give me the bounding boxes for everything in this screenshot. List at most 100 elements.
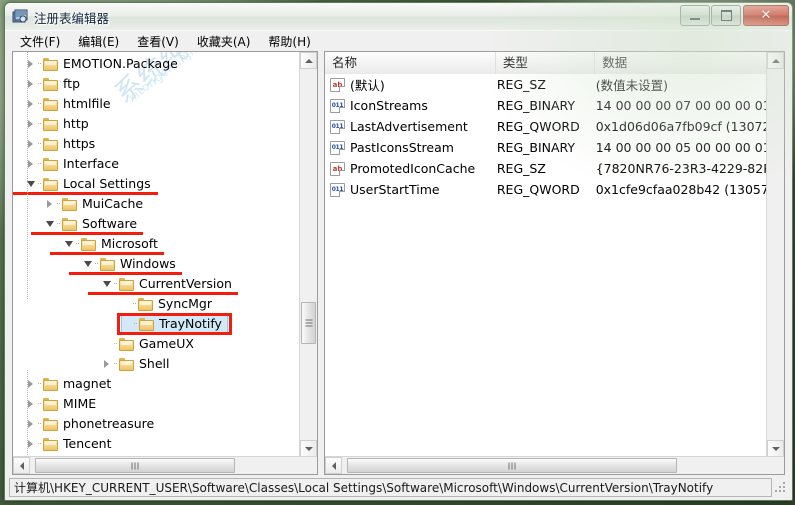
collapse-arrow-icon[interactable] [102,274,113,294]
tree-hscroll-thumb[interactable] [35,458,235,473]
menu-bar: 文件(F) 编辑(E) 查看(V) 收藏夹(A) 帮助(H) [5,31,792,52]
tree-item[interactable]: Tencent [13,434,300,454]
registry-tree[interactable]: 系统纯净 xitongchunjing.com EMOTION.Package f… [13,52,300,457]
close-button[interactable]: ✕ [743,5,789,26]
menu-edit[interactable]: 编辑(E) [69,31,128,52]
tree-item-content[interactable]: Tencent [26,434,118,454]
tree-item-content[interactable]: CurrentVersion [102,274,238,294]
tree-item[interactable]: Microsoft [13,234,300,254]
tree-item-content[interactable]: https [26,134,101,154]
red-underline-annotation [88,292,238,295]
values-scroll-up-button[interactable] [767,52,784,69]
tree-item[interactable]: Software [13,214,300,234]
values-vertical-scrollbar[interactable] [766,52,784,457]
tree-item[interactable]: EMOTION.Package [13,54,300,74]
values-hscroll-thumb[interactable] [347,458,677,473]
tree-item-label: phonetreasure [63,416,155,431]
tree-item-content[interactable]: Local Settings [26,174,157,194]
values-scroll-left-button[interactable] [325,457,342,474]
tree-item-label: Interface [63,156,119,171]
table-row[interactable]: ab (默认) REG_SZ (数值未设置) [325,74,784,95]
values-horizontal-scrollbar[interactable] [325,456,784,474]
folder-icon [43,137,59,151]
table-row[interactable]: 011 LastAdvertisement REG_QWORD 0x1d06d06a7… [325,116,784,137]
resize-grip-icon[interactable] [774,481,788,495]
chevron-left-icon [19,461,24,470]
tree-item[interactable]: magnet [13,374,300,394]
tree-item[interactable]: MuiCache [13,194,300,214]
tree-guide-line [27,52,28,300]
tree-item[interactable]: Windows [13,254,300,274]
values-list[interactable]: ab (默认) REG_SZ (数值未设置) 011 IconStreams REG_BIN… [325,74,784,457]
table-row[interactable]: 011 PastIconsStream REG_BINARY 14 00 00 00 … [325,137,784,158]
folder-icon [43,177,59,191]
collapse-arrow-icon[interactable] [45,214,56,234]
tree-item[interactable]: GameUX [13,334,300,354]
binary-value-icon: 011 [330,98,345,113]
tree-item[interactable]: Shell [13,354,300,374]
collapse-arrow-icon[interactable] [64,234,75,254]
tree-item-label: GameUX [139,336,194,351]
table-row[interactable]: 011 UserStartTime REG_QWORD 0x1cfe9cfaa028b… [325,179,784,200]
tree-item-content[interactable]: MuiCache [45,194,149,214]
tree-item-content[interactable]: GameUX [102,334,200,354]
menu-favorites[interactable]: 收藏夹(A) [188,31,260,52]
collapse-arrow-icon[interactable] [83,254,94,274]
tree-scroll-up-button[interactable] [300,52,317,69]
menu-file[interactable]: 文件(F) [11,31,69,52]
tree-item-content[interactable]: Software [45,214,143,234]
minimize-button[interactable] [680,5,710,26]
tree-item[interactable]: http [13,114,300,134]
tree-scroll-left-button[interactable] [13,457,30,474]
menu-help[interactable]: 帮助(H) [259,31,319,52]
column-header-type[interactable]: 类型 [496,52,596,74]
tree-item-content[interactable]: EMOTION.Package [26,54,184,74]
tree-item-content[interactable]: htmlfile [26,94,117,114]
tree-item-content[interactable]: MIME [26,394,102,414]
binary-value-icon: 011 [330,119,345,134]
tree-scroll-thumb[interactable] [301,302,316,344]
tree-horizontal-scrollbar[interactable] [13,456,317,474]
tree-item-content[interactable]: ftp [26,74,86,94]
folder-icon [43,97,59,111]
tree-vertical-scrollbar[interactable] [299,52,317,457]
tree-item[interactable]: SyncMgr [13,294,300,314]
tree-item[interactable]: CurrentVersion [13,274,300,294]
tree-item-content[interactable]: http [26,114,95,134]
tree-item[interactable]: ftp [13,74,300,94]
tree-item[interactable]: Interface [13,154,300,174]
maximize-button[interactable] [711,5,741,26]
tree-scroll-down-button[interactable] [300,440,317,457]
values-scroll-down-button[interactable] [767,440,784,457]
menu-view[interactable]: 查看(V) [128,31,188,52]
tree-item-content[interactable]: SyncMgr [121,294,218,314]
table-row[interactable]: ab PromotedIconCache REG_SZ {7820NR76-23R3-… [325,158,784,179]
column-header-name[interactable]: 名称 [325,52,496,74]
red-underline-annotation [31,232,143,235]
folder-icon [43,437,59,451]
tree-item[interactable]: phonetreasure [13,414,300,434]
tree-item-label: MuiCache [82,196,144,211]
tree-item-content[interactable]: Microsoft [64,234,164,254]
tree-item[interactable]: Local Settings [13,174,300,194]
column-header-data[interactable]: 数据 [595,52,784,74]
tree-item-content[interactable]: Shell [102,354,176,374]
tree-item[interactable]: MIME [13,394,300,414]
tree-item-label: magnet [63,376,112,391]
table-row[interactable]: 011 IconStreams REG_BINARY 14 00 00 00 07 0… [325,95,784,116]
tree-item-label: Microsoft [101,236,158,251]
title-bar[interactable]: 注册表编辑器 ✕ [5,3,792,31]
tree-item[interactable]: https [13,134,300,154]
expand-arrow-icon[interactable] [45,194,56,214]
tree-item-content[interactable]: magnet [26,374,117,394]
tree-item-content[interactable]: phonetreasure [26,414,160,434]
tree-item[interactable]: htmlfile [13,94,300,114]
tree-item-content[interactable]: Interface [26,154,125,174]
tree-item-content[interactable]: Windows [83,254,182,274]
expand-arrow-icon[interactable] [102,354,113,374]
